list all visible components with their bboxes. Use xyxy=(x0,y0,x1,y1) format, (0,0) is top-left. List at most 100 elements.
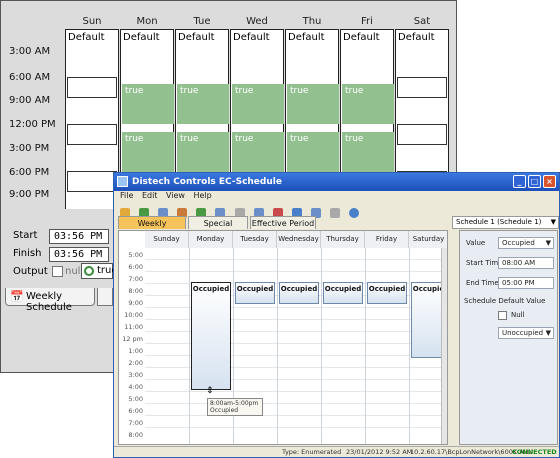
true-block[interactable]: true xyxy=(177,84,229,124)
day-column-sun[interactable]: Default xyxy=(65,29,119,209)
status-type: Type: Enumerated xyxy=(282,448,342,456)
help-icon[interactable] xyxy=(349,208,360,218)
tooltip-value: Occupied xyxy=(210,407,239,414)
default-value-select[interactable]: Unoccupied ▼ xyxy=(498,327,554,339)
true-block[interactable]: true xyxy=(287,132,339,172)
default-value-text: Unoccupied xyxy=(502,329,544,337)
occupied-block-tuesday[interactable]: Occupied xyxy=(235,282,275,304)
start-time-value: 08:00 AM xyxy=(502,259,536,267)
null-checkbox[interactable] xyxy=(498,311,507,320)
true-block[interactable]: true xyxy=(122,84,174,124)
grid-day-header: Friday xyxy=(365,231,409,248)
grid-time-label: 7:00 xyxy=(128,419,143,427)
grid-day-header: Tuesday xyxy=(233,231,277,248)
close-icon[interactable]: × xyxy=(543,175,556,188)
maximize-icon[interactable]: □ xyxy=(528,175,541,188)
status-connected: CONNECTED xyxy=(512,448,557,456)
true-label: true xyxy=(345,134,364,144)
day-header-thu: Thu xyxy=(302,16,322,27)
grid-time-label: 8:00 xyxy=(128,287,143,295)
grid-scrollbar[interactable] xyxy=(441,248,447,444)
value-select[interactable]: Occupied ▼ xyxy=(498,237,554,249)
default-label: Default xyxy=(343,32,380,43)
occupied-block-friday[interactable]: Occupied xyxy=(367,282,407,304)
menu-view[interactable]: View xyxy=(166,191,185,200)
end-time-value: 05:00 PM xyxy=(502,279,535,287)
grid-time-label: 5:00 xyxy=(128,395,143,403)
menu-help[interactable]: Help xyxy=(194,191,212,200)
start-field[interactable]: 03:56 PM xyxy=(49,229,109,244)
value-select-text: Occupied xyxy=(502,239,535,247)
grid-day-header: Saturday xyxy=(409,231,447,248)
tab-weekly-schedule[interactable]: Weekly Schedule xyxy=(118,216,186,241)
true-label: true xyxy=(235,134,254,144)
true-block[interactable]: true xyxy=(232,132,284,172)
true-block[interactable]: true xyxy=(177,132,229,172)
weekly-schedule-grid[interactable]: Sunday Monday Tuesday Wednesday Thursday… xyxy=(118,230,448,445)
grid-time-label: 5:00 xyxy=(128,251,143,259)
true-label: true xyxy=(180,134,199,144)
finish-field[interactable]: 03:56 PM xyxy=(49,247,109,262)
grid-column-divider xyxy=(365,248,366,444)
toolbar-icon[interactable] xyxy=(330,208,341,218)
grid-time-label: 6:00 xyxy=(128,407,143,415)
second-tab-icon[interactable] xyxy=(97,288,113,306)
schedule-cell[interactable] xyxy=(67,77,117,98)
minimize-icon[interactable]: _ xyxy=(513,175,526,188)
time-label: 12:00 PM xyxy=(9,119,56,130)
null-checkbox[interactable] xyxy=(52,266,63,277)
grid-time-label: 2:00 xyxy=(128,359,143,367)
menu-edit[interactable]: Edit xyxy=(142,191,158,200)
menu-file[interactable]: File xyxy=(120,191,133,200)
schedule-select-value: Schedule 1 (Schedule 1) xyxy=(456,218,542,226)
weekly-schedule-tab-label: Weekly Schedule xyxy=(26,291,72,313)
day-header-fri: Fri xyxy=(361,16,373,27)
menubar: File Edit View Help xyxy=(114,191,559,203)
true-block[interactable]: true xyxy=(122,132,174,172)
schedule-cell[interactable] xyxy=(67,124,117,145)
schedule-cell[interactable] xyxy=(67,171,117,192)
default-label: Default xyxy=(288,32,325,43)
resize-handle-icon[interactable]: ⇕ xyxy=(206,386,214,396)
time-label: 3:00 PM xyxy=(9,143,50,154)
null-label: Null xyxy=(511,311,525,319)
grid-time-label: 10:00 xyxy=(124,311,143,319)
start-label: Start xyxy=(13,230,38,241)
true-block[interactable]: true xyxy=(232,84,284,124)
grid-line xyxy=(145,427,447,428)
tab-effective-period[interactable]: Effective Period xyxy=(250,216,316,229)
time-label: 9:00 AM xyxy=(9,95,51,106)
start-time-field[interactable]: 08:00 AM xyxy=(498,257,554,269)
time-label: 9:00 PM xyxy=(9,189,50,200)
default-label: Default xyxy=(398,32,435,43)
end-time-label: End Time xyxy=(466,279,499,287)
occupied-block-thursday[interactable]: Occupied xyxy=(323,282,363,304)
chevron-down-icon: ▼ xyxy=(545,239,551,247)
grid-day-header: Sunday xyxy=(145,231,189,248)
time-label: 6:00 PM xyxy=(9,167,50,178)
status-date: 23/01/2012 9:52 AM xyxy=(346,448,413,456)
true-label: true xyxy=(290,86,309,96)
grid-line xyxy=(145,259,447,260)
time-label: 6:00 AM xyxy=(9,72,51,83)
occupied-block-monday[interactable]: Occupied xyxy=(191,282,231,390)
grid-time-label: 8:00 xyxy=(128,431,143,439)
true-radio[interactable]: true xyxy=(81,263,118,279)
grid-line xyxy=(145,271,447,272)
true-block[interactable]: true xyxy=(287,84,339,124)
schedule-select[interactable]: Schedule 1 (Schedule 1) ▼ xyxy=(452,216,559,229)
true-block[interactable]: true xyxy=(342,84,394,124)
occupied-block-wednesday[interactable]: Occupied xyxy=(279,282,319,304)
end-time-field[interactable]: 05:00 PM xyxy=(498,277,554,289)
output-label: Output xyxy=(13,266,48,277)
weekly-schedule-tab[interactable]: 📅 Weekly Schedule xyxy=(5,288,95,313)
true-label: true xyxy=(345,86,364,96)
grid-time-label: 7:00 xyxy=(128,275,143,283)
window-titlebar[interactable]: Distech Controls EC-Schedule _ □ × xyxy=(114,173,559,191)
schedule-cell[interactable] xyxy=(397,77,447,98)
schedule-cell[interactable] xyxy=(397,124,447,145)
ec-schedule-window: Distech Controls EC-Schedule _ □ × File … xyxy=(113,172,560,458)
tab-special-events[interactable]: Special Events xyxy=(188,216,248,241)
true-block[interactable]: true xyxy=(342,132,394,172)
grid-column-divider xyxy=(321,248,322,444)
